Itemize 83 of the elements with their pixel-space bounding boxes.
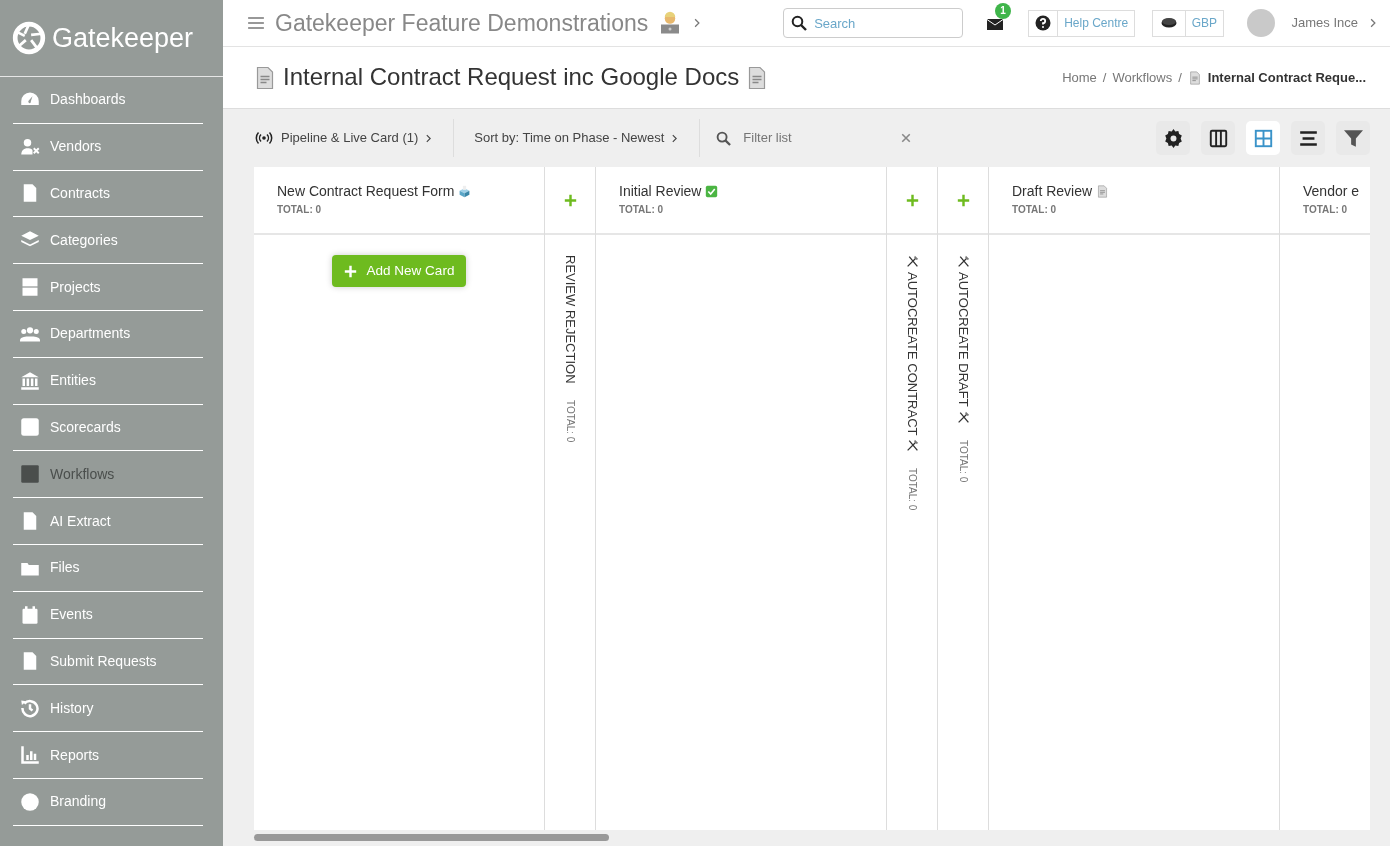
history-icon: [20, 698, 40, 719]
columns-button[interactable]: [1201, 121, 1235, 155]
search-icon: [716, 130, 732, 146]
page-icon: [1187, 70, 1202, 85]
menu-icon[interactable]: [247, 14, 265, 32]
scrollbar-thumb[interactable]: [254, 834, 609, 841]
help-icon[interactable]: [1035, 15, 1052, 31]
column-title: New Contract Request Form: [277, 182, 455, 201]
sidebar-item[interactable]: Workflows: [13, 451, 203, 499]
chevron-right-icon[interactable]: [1368, 18, 1378, 28]
sidebar-item[interactable]: AI Extract: [13, 498, 203, 545]
page-title: Internal Contract Request inc Google Docs: [283, 63, 740, 92]
sort-dropdown[interactable]: Sort by: Time on Phase - Newest: [454, 119, 701, 157]
breadcrumb-link[interactable]: Home: [1062, 67, 1097, 88]
plus-icon[interactable]: [956, 193, 970, 207]
column-title: Vendor e: [1303, 182, 1360, 201]
settings-icon: [1163, 128, 1183, 148]
column-title: AUTOCREATE CONTRACT: [902, 255, 922, 453]
aperture-logo-icon: [12, 21, 46, 55]
breadcrumb-current: Internal Contract Reque...: [1207, 68, 1366, 87]
plus-icon: [343, 264, 357, 278]
column-total: TOTAL: 0: [563, 399, 577, 442]
filter-icon: [1343, 128, 1363, 148]
sidebar-item[interactable]: Scorecards: [13, 404, 203, 452]
grid-view-button[interactable]: [1246, 121, 1280, 155]
sidebar-item[interactable]: Files: [13, 544, 203, 592]
tools-icon: [905, 439, 919, 453]
add-card-button[interactable]: Add New Card: [331, 255, 467, 288]
column-total: TOTAL: 0: [619, 203, 665, 217]
ballot-box-icon: [458, 185, 472, 198]
sidebar-item[interactable]: Projects: [13, 264, 203, 311]
columns-icon: [1208, 128, 1228, 148]
user-name[interactable]: James Ince: [1291, 13, 1358, 33]
filter-button[interactable]: [1336, 121, 1370, 155]
sidebar-item[interactable]: Events: [13, 591, 203, 639]
chevron-right-icon: [670, 133, 680, 143]
grid-view-icon: [1253, 128, 1273, 148]
sidebar-item[interactable]: Branding: [13, 778, 203, 826]
sidebar-item[interactable]: History: [13, 685, 203, 733]
user-tools-icon: [20, 136, 40, 157]
sidebar-item[interactable]: Submit Requests: [13, 638, 203, 686]
column-title: REVIEW REJECTION: [561, 255, 579, 384]
check-box-icon: [705, 185, 719, 198]
column-title: Draft Review: [1012, 182, 1093, 201]
close-icon[interactable]: [901, 133, 912, 143]
sidebar-item[interactable]: Categories: [13, 217, 203, 265]
chevron-right-icon: [424, 133, 434, 143]
column-title: AUTOCREATE DRAFT: [953, 255, 973, 424]
search-field[interactable]: Search: [783, 8, 964, 38]
settings-button[interactable]: [1156, 121, 1190, 155]
list-view-icon: [1298, 128, 1318, 148]
sidebar-item[interactable]: Entities: [13, 357, 203, 405]
sidebar-item[interactable]: Dashboards: [13, 77, 203, 124]
cabinet-icon: [20, 277, 40, 298]
page-icon: [1096, 185, 1110, 198]
column-title: Initial Review: [619, 182, 702, 201]
bar-chart-icon: [20, 745, 40, 766]
tools-icon: [956, 255, 970, 268]
broadcast-icon: [253, 130, 275, 146]
sidebar-item[interactable]: Vendors: [13, 123, 203, 171]
pipeline-dropdown[interactable]: Pipeline & Live Card (1): [253, 119, 455, 157]
column-total: TOTAL: 0: [1303, 203, 1349, 217]
tools-icon: [905, 255, 919, 268]
logo-text: Gatekeeper: [52, 21, 194, 55]
column-total: TOTAL: 0: [277, 203, 323, 217]
tools-icon: [956, 410, 970, 424]
unread-count-badge: 1: [995, 3, 1011, 20]
sidebar-item[interactable]: Departments: [13, 311, 203, 358]
column-total: TOTAL: 0: [956, 439, 970, 482]
sidebar-item[interactable]: Reports: [13, 732, 203, 779]
breadcrumb-separator: /: [1178, 68, 1182, 87]
calendar-icon: [20, 604, 40, 625]
breadcrumb-separator: /: [1102, 68, 1107, 87]
breadcrumb-link[interactable]: Workflows: [1112, 67, 1173, 88]
sidebar-item[interactable]: Contracts: [13, 170, 203, 218]
list-view-button[interactable]: [1291, 121, 1325, 155]
workspace-title[interactable]: Gatekeeper Feature Demonstrations: [275, 5, 649, 41]
plus-icon[interactable]: [563, 193, 577, 207]
plus-icon[interactable]: [905, 193, 919, 207]
column-total: TOTAL: 0: [905, 468, 919, 511]
filter-field[interactable]: Filter list: [741, 127, 892, 149]
column-total: TOTAL: 0: [1012, 203, 1058, 217]
bank-icon: [20, 370, 40, 391]
